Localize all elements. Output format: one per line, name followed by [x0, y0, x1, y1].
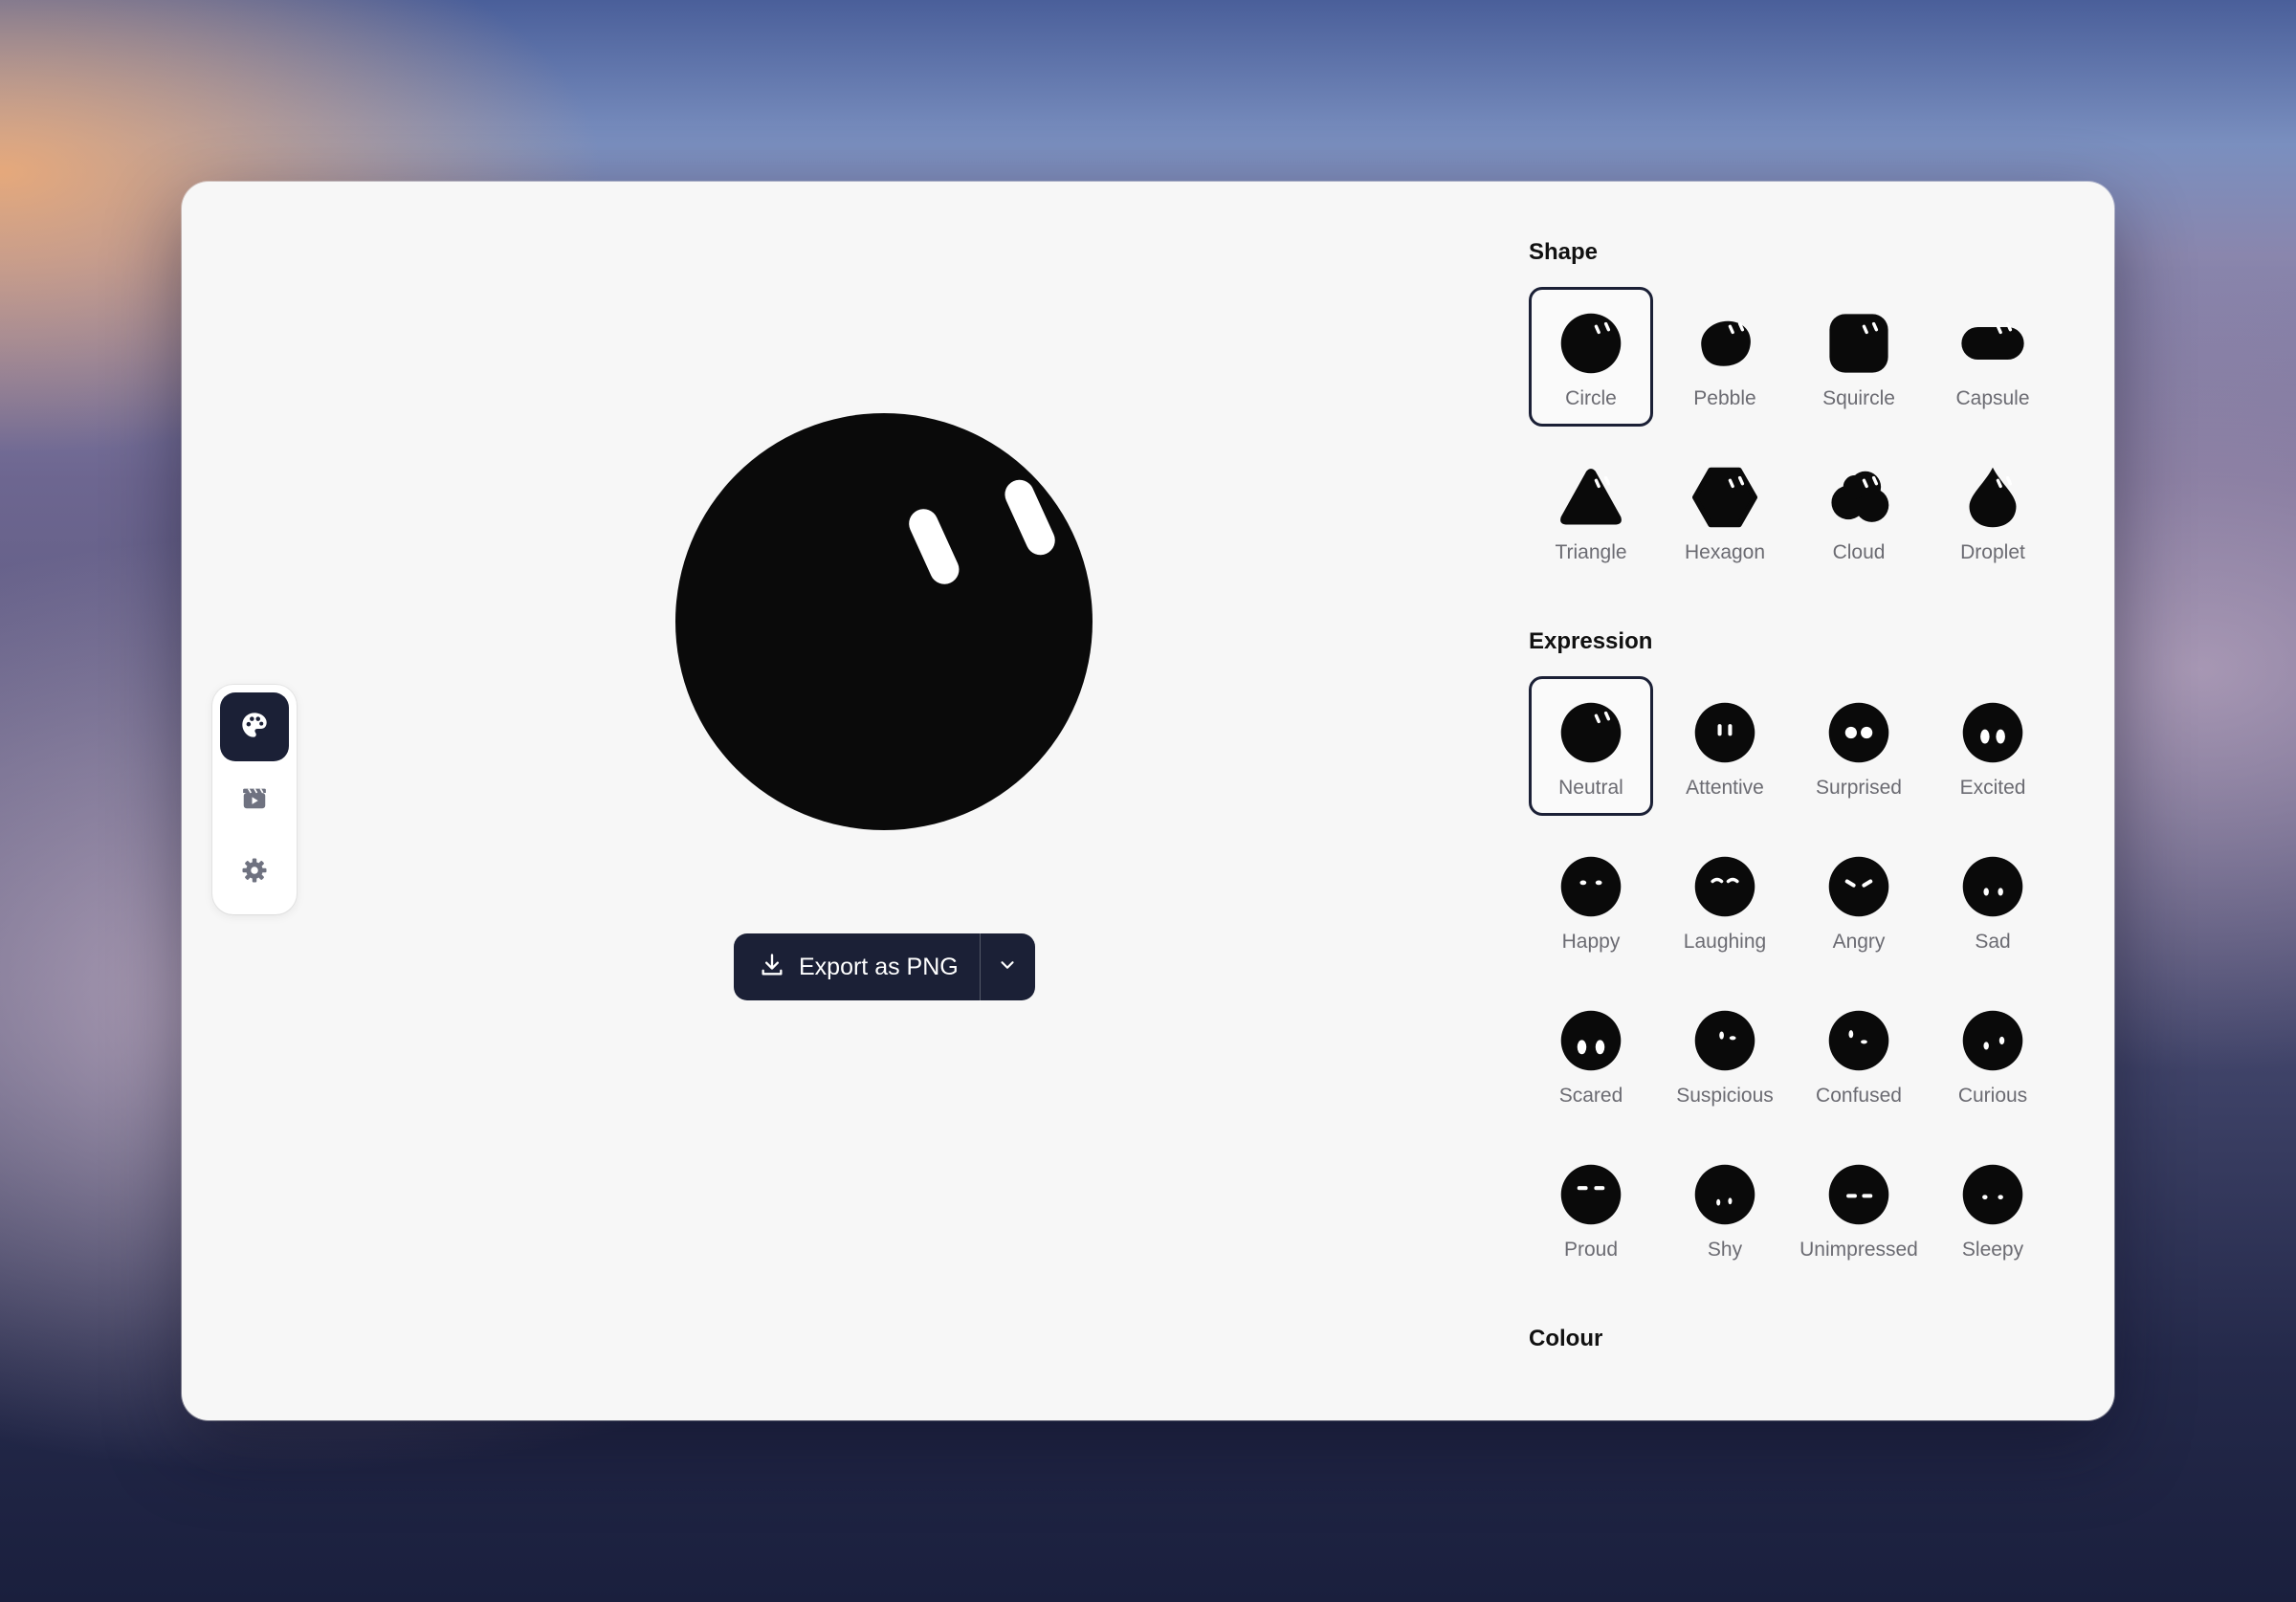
expression-option-label: Laughing	[1683, 931, 1767, 953]
app-window: Export as PNG Shape Circle Pebble Squircle…	[182, 182, 2114, 1420]
sidebar	[212, 685, 297, 914]
expression-option-happy[interactable]: Happy	[1529, 830, 1653, 970]
expression-angry-preview-icon	[1828, 856, 1889, 917]
expression-option-curious[interactable]: Curious	[1931, 984, 2055, 1124]
shape-hexagon-preview-icon	[1692, 467, 1757, 528]
gear-icon	[240, 856, 269, 889]
expression-option-label: Confused	[1816, 1085, 1902, 1107]
expression-curious-preview-icon	[1962, 1010, 2023, 1071]
character-body	[675, 413, 1093, 830]
expression-happy-preview-icon	[1560, 856, 1622, 917]
shape-option-droplet[interactable]: Droplet	[1931, 441, 2055, 581]
shape-option-pebble[interactable]: Pebble	[1663, 287, 1787, 427]
export-png-button[interactable]: Export as PNG	[734, 933, 980, 1000]
expression-unimpressed-preview-icon	[1828, 1164, 1889, 1225]
expression-attentive-preview-icon	[1694, 702, 1755, 763]
expression-confused-preview-icon	[1828, 1010, 1889, 1071]
shape-option-hexagon[interactable]: Hexagon	[1663, 441, 1787, 581]
shape-option-label: Pebble	[1693, 387, 1756, 409]
expression-option-attentive[interactable]: Attentive	[1663, 676, 1787, 816]
expression-option-label: Attentive	[1686, 777, 1764, 799]
expression-shy-preview-icon	[1694, 1164, 1755, 1225]
shape-option-label: Droplet	[1960, 541, 2025, 563]
expression-option-label: Neutral	[1558, 777, 1623, 799]
expression-neutral-preview-icon	[1560, 702, 1622, 763]
expression-option-label: Excited	[1959, 777, 2026, 799]
shape-option-label: Squircle	[1822, 387, 1895, 409]
export-label: Export as PNG	[799, 953, 959, 980]
palette-icon	[239, 710, 270, 745]
shape-option-squircle[interactable]: Squircle	[1797, 287, 1921, 427]
expression-option-shy[interactable]: Shy	[1663, 1138, 1787, 1278]
shape-cloud-preview-icon	[1831, 471, 1889, 522]
expression-option-unimpressed[interactable]: Unimpressed	[1797, 1138, 1921, 1278]
export-button-group: Export as PNG	[734, 933, 1035, 1000]
expression-sleepy-preview-icon	[1962, 1164, 2023, 1225]
shape-option-circle[interactable]: Circle	[1529, 287, 1653, 427]
expression-proud-preview-icon	[1560, 1164, 1622, 1225]
expression-option-label: Suspicious	[1676, 1085, 1774, 1107]
shape-grid: Circle Pebble Squircle Capsule Triangle Hexag…	[1529, 287, 2074, 581]
sidebar-item-animation[interactable]	[220, 765, 289, 834]
expression-option-excited[interactable]: Excited	[1931, 676, 2055, 816]
expression-surprised-preview-icon	[1828, 702, 1889, 763]
sidebar-item-design[interactable]	[220, 692, 289, 761]
shape-option-capsule[interactable]: Capsule	[1931, 287, 2055, 427]
expression-option-proud[interactable]: Proud	[1529, 1138, 1653, 1278]
shape-option-label: Hexagon	[1684, 541, 1766, 563]
expression-option-angry[interactable]: Angry	[1797, 830, 1921, 970]
sidebar-item-settings[interactable]	[220, 838, 289, 907]
expression-option-label: Scared	[1558, 1085, 1623, 1107]
expression-option-surprised[interactable]: Surprised	[1797, 676, 1921, 816]
expression-option-suspicious[interactable]: Suspicious	[1663, 984, 1787, 1124]
character-preview	[675, 413, 1093, 830]
expression-option-label: Sleepy	[1961, 1239, 2024, 1261]
export-options-button[interactable]	[981, 933, 1035, 1000]
shape-option-triangle[interactable]: Triangle	[1529, 441, 1653, 581]
expression-grid: Neutral Attentive Surprised Excited Happy Lau…	[1529, 676, 2074, 1278]
shape-option-cloud[interactable]: Cloud	[1797, 441, 1921, 581]
expression-option-label: Sad	[1975, 931, 2011, 953]
shape-capsule-preview-icon	[1961, 321, 2024, 360]
expression-section-title: Expression	[1529, 628, 1653, 654]
expression-option-label: Proud	[1563, 1239, 1619, 1261]
expression-option-sleepy[interactable]: Sleepy	[1931, 1138, 2055, 1278]
expression-option-confused[interactable]: Confused	[1797, 984, 1921, 1124]
shape-squircle-preview-icon	[1829, 314, 1888, 373]
expression-option-sad[interactable]: Sad	[1931, 830, 2055, 970]
shape-option-label: Circle	[1565, 387, 1617, 409]
expression-option-label: Curious	[1957, 1085, 2028, 1107]
expression-excited-preview-icon	[1962, 702, 2023, 763]
expression-sad-preview-icon	[1962, 856, 2023, 917]
expression-option-scared[interactable]: Scared	[1529, 984, 1653, 1124]
shape-pebble-preview-icon	[1701, 320, 1751, 366]
expression-scared-preview-icon	[1560, 1010, 1622, 1071]
shape-droplet-preview-icon	[1969, 467, 2017, 528]
clapperboard-icon	[240, 783, 269, 817]
options-panel: Shape Circle Pebble Squircle Capsule Triangl…	[1529, 239, 2074, 1358]
chevron-down-icon	[997, 955, 1018, 980]
shape-section-title: Shape	[1529, 239, 1599, 265]
expression-option-label: Unimpressed	[1799, 1239, 1918, 1261]
expression-option-label: Happy	[1561, 931, 1621, 953]
expression-option-label: Angry	[1832, 931, 1886, 953]
shape-option-label: Triangle	[1555, 541, 1627, 563]
expression-option-laughing[interactable]: Laughing	[1663, 830, 1787, 970]
shape-triangle-preview-icon	[1560, 469, 1622, 525]
expression-option-label: Shy	[1707, 1239, 1743, 1261]
shape-option-label: Capsule	[1955, 387, 2030, 409]
expression-option-label: Surprised	[1816, 777, 1902, 799]
colour-section-title: Colour	[1529, 1326, 1603, 1351]
expression-laughing-preview-icon	[1694, 856, 1755, 917]
download-icon	[759, 952, 785, 983]
shape-option-label: Cloud	[1832, 541, 1886, 563]
expression-suspicious-preview-icon	[1694, 1010, 1755, 1071]
expression-option-neutral[interactable]: Neutral	[1529, 676, 1653, 816]
shape-circle-preview-icon	[1560, 313, 1622, 374]
